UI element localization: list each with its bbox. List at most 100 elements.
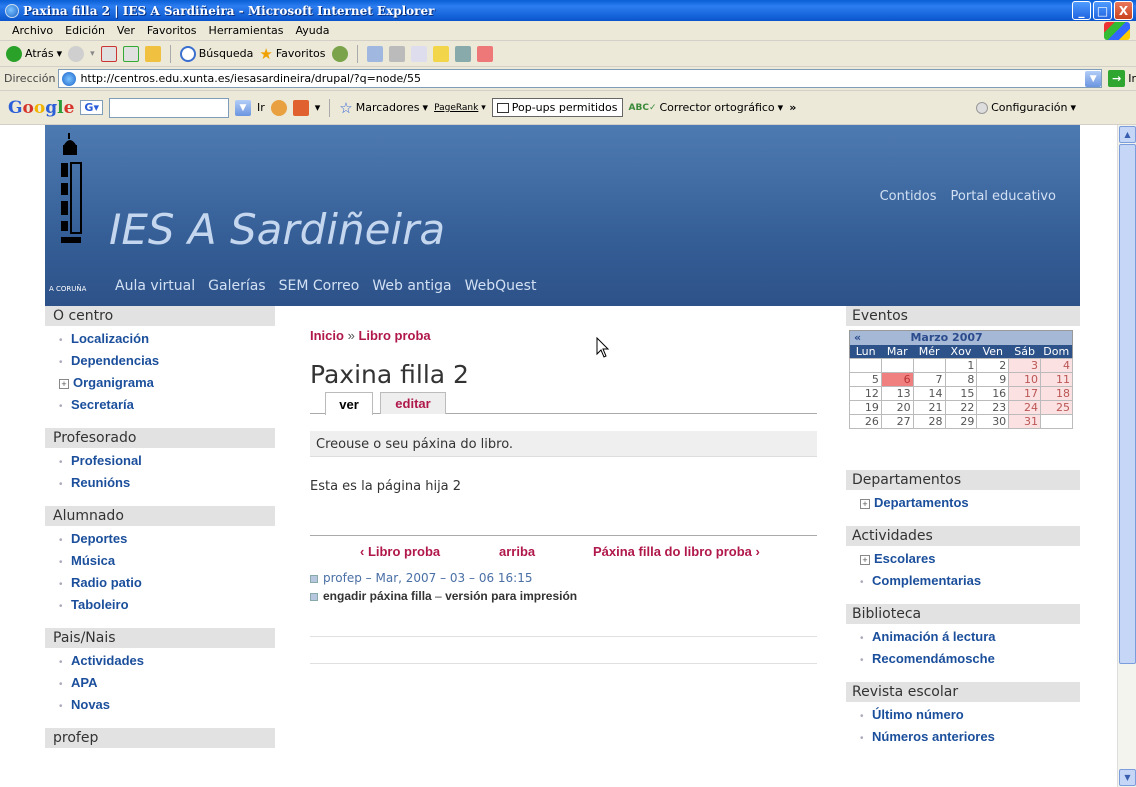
print-icon[interactable] [388, 45, 405, 62]
menu-item[interactable]: • Último número [860, 706, 1080, 728]
google-logo[interactable]: Google [8, 98, 74, 118]
calendar-day[interactable]: 31 [1008, 413, 1042, 429]
mail-icon[interactable] [366, 45, 383, 62]
more-chevron[interactable]: » [789, 101, 796, 114]
menu-item[interactable]: • Números anteriores [860, 728, 1080, 750]
close-button[interactable]: X [1114, 1, 1133, 20]
google-g-button[interactable]: G▾ [80, 100, 103, 115]
link-sem-correo[interactable]: SEM Correo [279, 278, 360, 294]
menu-item[interactable]: • Reunións [59, 474, 275, 496]
history-icon[interactable] [331, 45, 348, 62]
calendar-day[interactable]: 11 [1040, 371, 1073, 387]
calendar-day[interactable]: 18 [1040, 385, 1073, 401]
menu-item[interactable]: • Deportes [59, 530, 275, 552]
menu-item[interactable]: • Localización [59, 330, 275, 352]
menu-item[interactable]: • Animación á lectura [860, 628, 1080, 650]
link-galerias[interactable]: Galerías [208, 278, 265, 294]
home-icon[interactable] [144, 45, 161, 62]
edit-icon[interactable] [410, 45, 427, 62]
tab-editar[interactable]: editar [380, 392, 446, 414]
menu-item[interactable]: + Departamentos [860, 494, 1080, 516]
scroll-up-icon[interactable]: ▲ [1119, 126, 1136, 143]
menu-favoritos[interactable]: Favoritos [141, 24, 203, 37]
maximize-button[interactable]: □ [1093, 1, 1112, 20]
calendar-day[interactable]: 14 [912, 385, 946, 401]
calendar-day[interactable]: 2 [976, 357, 1010, 373]
printer-friendly-link[interactable]: versión para impresión [445, 589, 577, 603]
back-button[interactable]: Atrás ▾ [6, 45, 62, 62]
menu-item[interactable]: • Actividades [59, 652, 275, 674]
calendar-day[interactable]: 30 [976, 413, 1010, 429]
calendar-day[interactable]: 6 [880, 371, 914, 387]
menu-edicion[interactable]: Edición [59, 24, 111, 37]
menu-item[interactable]: • Profesional [59, 452, 275, 474]
pagerank-button[interactable]: PageRank ▾ [434, 103, 486, 113]
forward-dropdown-icon[interactable]: ▾ [90, 49, 95, 59]
calendar-day[interactable]: 21 [912, 399, 946, 415]
breadcrumb-book[interactable]: Libro proba [358, 328, 430, 343]
stop-icon[interactable] [100, 45, 117, 62]
minimize-button[interactable]: _ [1072, 1, 1091, 20]
scroll-thumb[interactable] [1119, 144, 1136, 664]
link-webquest[interactable]: WebQuest [465, 278, 537, 294]
calendar-day[interactable]: 5 [849, 371, 882, 387]
calendar-day[interactable]: 27 [880, 413, 914, 429]
calendar-day[interactable]: 4 [1040, 357, 1073, 373]
forward-arrow-icon[interactable] [68, 45, 85, 62]
menu-item[interactable]: + Escolares [860, 550, 1080, 572]
menu-item[interactable]: • Radio patio [59, 574, 275, 596]
link-aula-virtual[interactable]: Aula virtual [115, 278, 195, 294]
blogger-icon[interactable] [292, 99, 309, 116]
google-dropdown-icon[interactable]: ▼ [234, 99, 251, 116]
address-input[interactable]: http://centros.edu.xunta.es/iesasardinei… [58, 69, 1103, 88]
calendar-day[interactable]: 24 [1008, 399, 1042, 415]
spellcheck-button[interactable]: ABC✓ Corrector ortográfico ▾ [629, 101, 784, 114]
calendar-day[interactable]: 10 [1008, 371, 1042, 387]
link-contidos[interactable]: Contidos [880, 189, 937, 204]
calendar-day[interactable]: 23 [976, 399, 1010, 415]
menu-ver[interactable]: Ver [111, 24, 141, 37]
calendar-day[interactable]: 8 [944, 371, 978, 387]
calendar-day[interactable]: 13 [880, 385, 914, 401]
menu-item[interactable]: • Secretaría [59, 396, 275, 418]
calendar-day[interactable]: 1 [944, 357, 978, 373]
google-search-input[interactable] [108, 97, 229, 118]
menu-archivo[interactable]: Archivo [6, 24, 59, 37]
calendar-day[interactable]: 7 [912, 371, 946, 387]
calendar-day[interactable]: 19 [849, 399, 882, 415]
link-web-antiga[interactable]: Web antiga [372, 278, 451, 294]
settings-button[interactable]: Configuración ▾ [976, 101, 1076, 114]
calendar-day[interactable]: 16 [976, 385, 1010, 401]
site-name[interactable]: IES A Sardiñeira [109, 205, 445, 254]
calendar-day[interactable]: 20 [880, 399, 914, 415]
menu-item[interactable]: • APA [59, 674, 275, 696]
calendar-day[interactable]: 28 [912, 413, 946, 429]
menu-item[interactable]: + Organigrama [59, 374, 275, 396]
book-next-link[interactable]: Páxina filla do libro proba › [593, 544, 760, 559]
calendar-day[interactable]: 25 [1040, 399, 1073, 415]
scroll-down-icon[interactable]: ▼ [1119, 769, 1136, 786]
menu-item[interactable]: • Taboleiro [59, 596, 275, 618]
menu-item[interactable]: • Recomendámosche [860, 650, 1080, 672]
menu-item[interactable]: • Novas [59, 696, 275, 718]
menu-item[interactable]: • Música [59, 552, 275, 574]
discuss-icon[interactable] [432, 45, 449, 62]
school-logo[interactable] [55, 133, 85, 301]
calendar-day[interactable]: 9 [976, 371, 1010, 387]
refresh-icon[interactable] [122, 45, 139, 62]
favorites-button[interactable]: ★ Favoritos [259, 45, 325, 63]
popups-button[interactable]: Pop-ups permitidos [491, 98, 623, 117]
tab-ver[interactable]: ver [325, 392, 373, 415]
google-go-button[interactable]: Ir [257, 101, 265, 114]
book-up-link[interactable]: arriba [499, 544, 535, 559]
news-icon[interactable] [270, 99, 287, 116]
add-child-page-link[interactable]: engadir páxina filla [323, 589, 432, 603]
calendar-day[interactable]: 29 [944, 413, 978, 429]
menu-herramientas[interactable]: Herramientas [203, 24, 290, 37]
go-button[interactable]: → Ir [1108, 70, 1136, 87]
search-button[interactable]: Búsqueda [179, 45, 253, 62]
messenger-icon[interactable] [476, 45, 493, 62]
link-portal-educativo[interactable]: Portal educativo [951, 189, 1056, 204]
menu-ayuda[interactable]: Ayuda [289, 24, 335, 37]
research-icon[interactable] [454, 45, 471, 62]
